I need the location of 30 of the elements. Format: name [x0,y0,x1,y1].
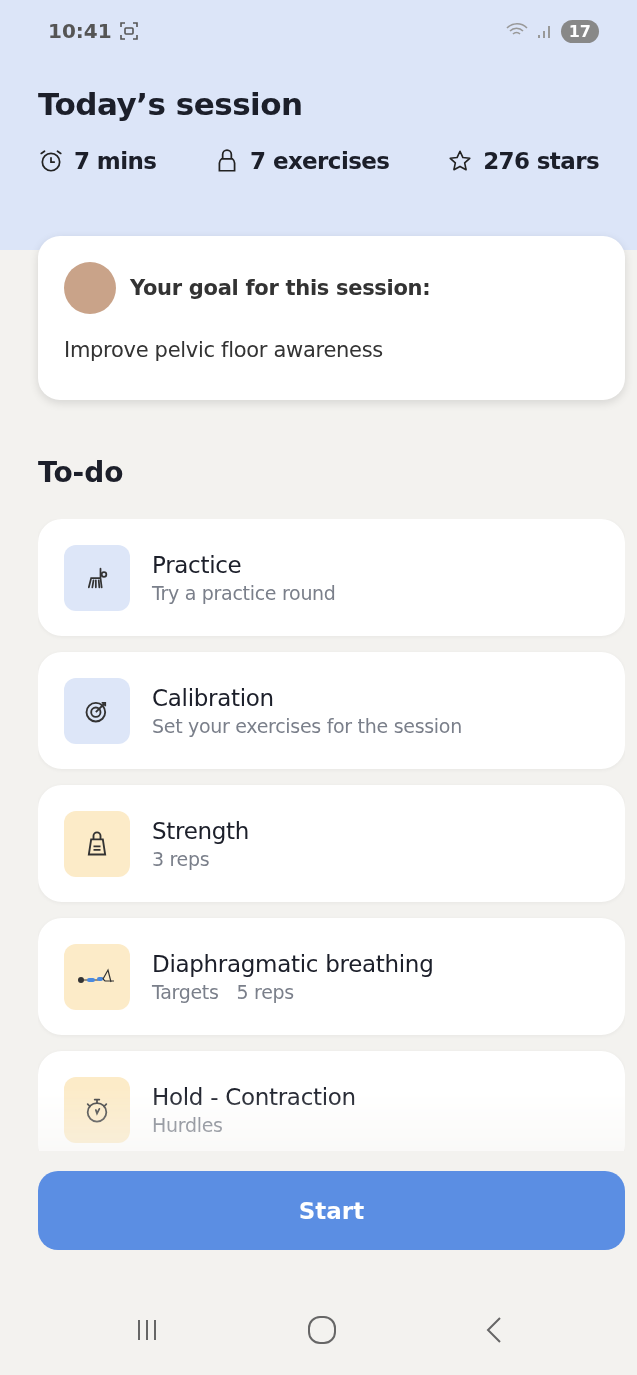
stat-label: 7 exercises [250,148,390,174]
alarm-clock-icon [38,148,64,174]
exercise-detail: Try a practice round [152,581,336,604]
exercise-title: Practice [152,551,243,578]
exercise-detail: Hurdles [152,1113,223,1136]
avatar [64,262,116,314]
stat-label: 276 stars [483,148,599,174]
signal-icon [536,23,553,39]
exercise-card[interactable]: Diaphragmatic breathing Targets 5 reps [38,918,625,1035]
screenshot-icon [119,22,138,40]
exercise-detail: Targets [152,980,219,1003]
section-heading: To-do [38,456,125,489]
exercise-title: Diaphragmatic breathing [152,950,434,977]
exercise-card[interactable]: Practice Try a practice round [38,519,625,636]
status-time: 10:41 [48,19,112,43]
exercise-detail: Set your exercises for the session [152,714,462,737]
stat-label: 7 mins [74,148,157,174]
exercise-title: Calibration [152,684,275,711]
goal-heading: Your goal for this session: [130,276,431,300]
exercise-card[interactable]: Hold - Contraction Hurdles [38,1051,625,1151]
exercise-card[interactable]: Calibration Set your exercises for the session [38,652,625,769]
exercise-title: Strength [152,817,250,844]
home-icon[interactable] [306,1315,337,1345]
exercise-title: Hold - Contraction [152,1083,356,1110]
page-title: Today’s session [38,86,304,122]
goal-text: Improve pelvic floor awareness [64,338,384,362]
exercise-detail: 5 reps [236,980,294,1003]
battery-indicator: 17 [560,19,599,43]
exercise-detail: 3 reps [152,847,210,870]
exercise-card[interactable]: Strength 3 reps [38,785,625,902]
